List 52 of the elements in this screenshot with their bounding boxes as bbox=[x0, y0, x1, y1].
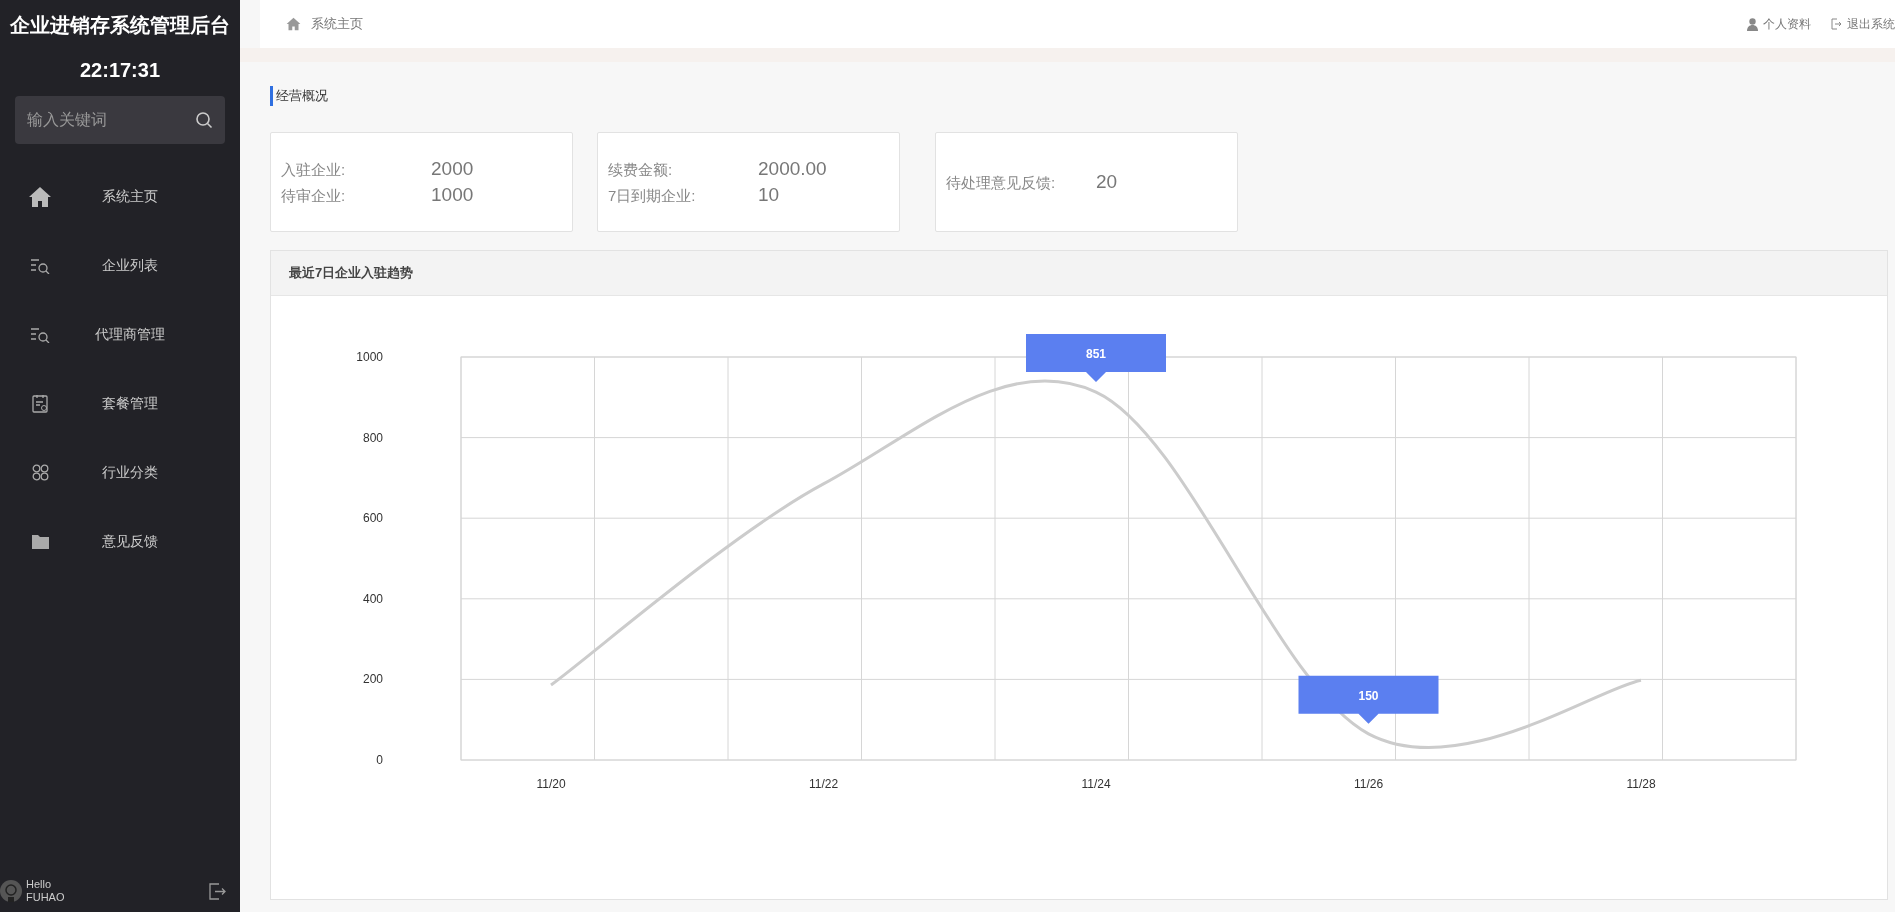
stat-value: 20 bbox=[1096, 171, 1118, 193]
home-icon bbox=[28, 185, 52, 208]
y-axis-label: 0 bbox=[376, 753, 383, 767]
user-icon bbox=[1747, 17, 1758, 31]
nav-item[interactable]: 企业列表 bbox=[0, 231, 240, 300]
stat-label: 入驻企业: bbox=[281, 161, 347, 180]
grid-icon bbox=[31, 464, 49, 481]
x-axis-label: 11/28 bbox=[1626, 777, 1656, 791]
logout-icon bbox=[1831, 18, 1842, 30]
nav-item[interactable]: 系统主页 bbox=[0, 162, 240, 231]
list-search-icon bbox=[30, 257, 50, 274]
clock: 22:17:31 bbox=[79, 59, 161, 82]
home-icon bbox=[286, 17, 301, 31]
stat-value: 2000 bbox=[431, 158, 474, 180]
annotation: 851 bbox=[1085, 347, 1107, 362]
section-title: 经营概况 bbox=[270, 86, 1888, 106]
x-axis-label: 11/26 bbox=[1353, 777, 1384, 791]
stat-value: 10 bbox=[758, 184, 780, 206]
top-link[interactable]: 退出系统 bbox=[1831, 15, 1895, 33]
list-search-icon bbox=[30, 326, 50, 343]
folder-icon bbox=[31, 534, 49, 549]
stat-value: 2000.00 bbox=[758, 158, 827, 180]
stat-label: 续费金额: bbox=[608, 161, 674, 180]
y-axis-label: 800 bbox=[362, 430, 383, 445]
stat-label: 待审企业: bbox=[281, 187, 347, 206]
top-link[interactable]: 个人资料 bbox=[1747, 15, 1811, 33]
stat-label: 7日到期企业: bbox=[608, 187, 697, 206]
stat-value: 1000 bbox=[431, 184, 474, 206]
greeting-text: Hello bbox=[26, 878, 53, 891]
y-axis-label: 400 bbox=[362, 591, 383, 606]
stat-label: 待处理意见反馈: bbox=[946, 174, 1057, 193]
nav-item[interactable]: 套餐管理 bbox=[0, 369, 240, 438]
x-axis-label: 11/24 bbox=[1081, 777, 1111, 791]
x-axis-label: 11/22 bbox=[808, 777, 839, 791]
logout-icon[interactable] bbox=[209, 882, 226, 900]
app-title: 企业进销存系统管理后台 bbox=[10, 13, 230, 38]
x-axis-label: 11/20 bbox=[536, 777, 566, 791]
breadcrumb[interactable]: 系统主页 bbox=[311, 15, 363, 33]
nav-item[interactable]: 意见反馈 bbox=[0, 507, 240, 576]
user-name: FUHAO bbox=[26, 891, 65, 904]
search-field[interactable]: 输入关键词 bbox=[15, 96, 225, 144]
y-axis-label: 600 bbox=[362, 511, 383, 526]
y-axis-label: 200 bbox=[362, 672, 383, 687]
nav-item[interactable]: 行业分类 bbox=[0, 438, 240, 507]
nav-item[interactable]: 代理商管理 bbox=[0, 300, 240, 369]
annotation: 150 bbox=[1358, 688, 1379, 703]
y-axis-label: 1000 bbox=[356, 350, 383, 364]
clipboard-icon bbox=[31, 394, 49, 413]
value-tooltip: 851 bbox=[1026, 334, 1166, 383]
value-tooltip: 150 bbox=[1298, 675, 1439, 724]
search-icon[interactable] bbox=[195, 111, 213, 129]
panel-title: 最近7日企业入驻趋势 bbox=[289, 264, 414, 282]
